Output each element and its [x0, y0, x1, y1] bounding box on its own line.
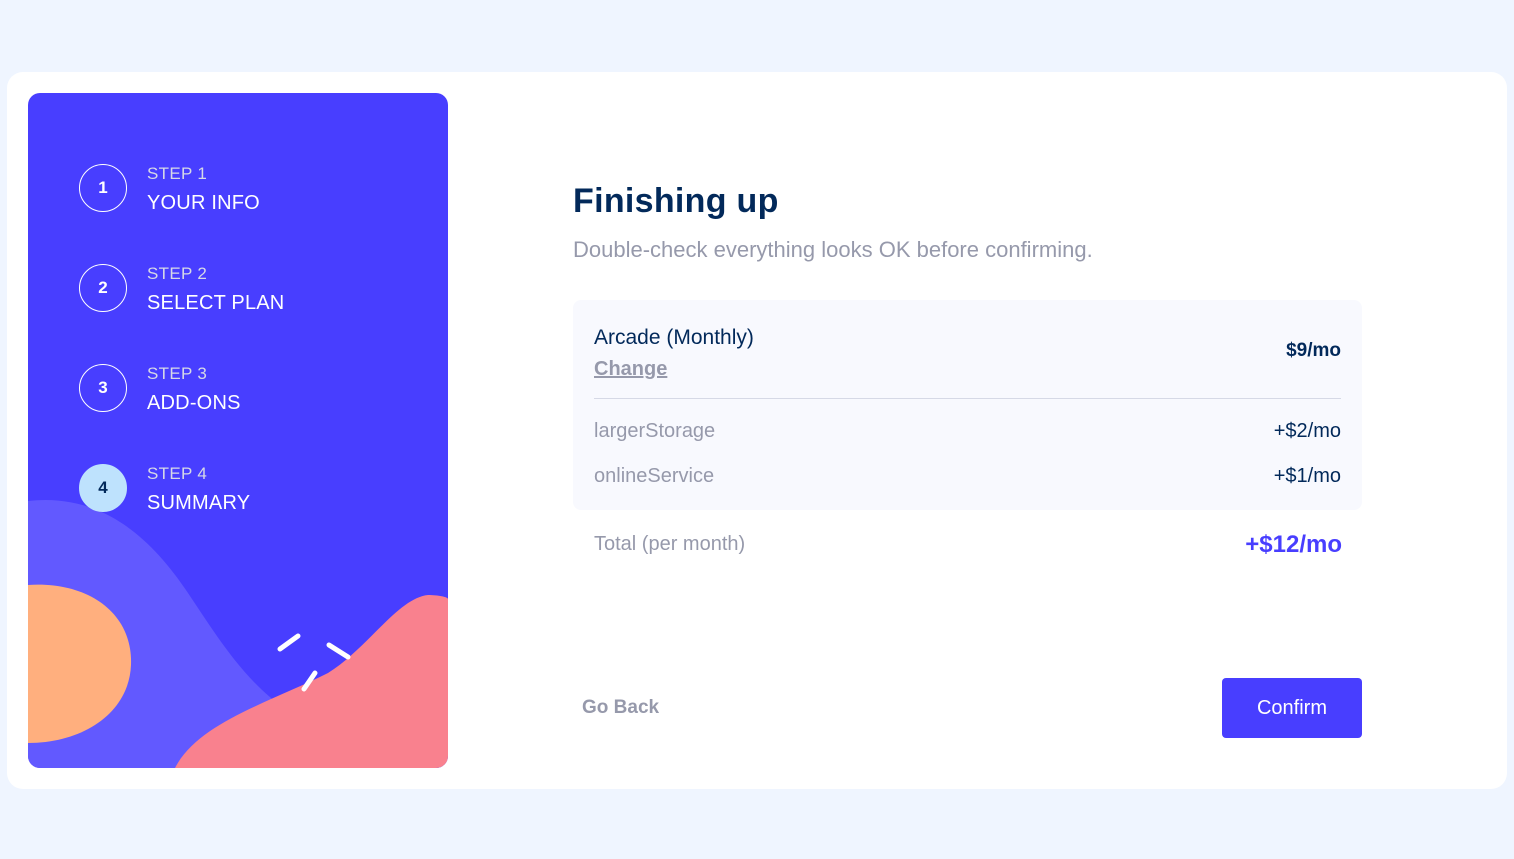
plan-price: $9/mo: [1286, 340, 1341, 361]
page-subtitle: Double-check everything looks OK before …: [573, 237, 1093, 262]
step-number: 3: [79, 364, 127, 412]
step-title: ADD-ONS: [147, 392, 241, 414]
go-back-button[interactable]: Go Back: [582, 697, 659, 719]
step-label: STEP 3: [147, 364, 208, 383]
total-label: Total (per month): [594, 533, 746, 555]
step-title: SELECT PLAN: [147, 292, 285, 314]
plan-name: Arcade (Monthly): [594, 326, 754, 349]
addon-price: +$1/mo: [1273, 465, 1341, 487]
confirm-button[interactable]: Confirm: [1222, 678, 1362, 738]
change-plan-link[interactable]: Change: [594, 358, 667, 381]
addon-price: +$2/mo: [1273, 420, 1341, 442]
step-1: 1 STEP 1 YOUR INFO: [79, 164, 399, 214]
step-number: 2: [79, 264, 127, 312]
summary-divider: [594, 398, 1341, 399]
addon-name: largerStorage: [594, 420, 716, 442]
sidebar: 1 STEP 1 YOUR INFO 2 STEP 2 SELECT PLAN …: [28, 93, 448, 768]
summary-panel: Finishing up Double-check everything loo…: [573, 72, 1363, 789]
total-price: +$12/mo: [1245, 531, 1342, 558]
step-number-active: 4: [79, 464, 127, 512]
summary-box: Arcade (Monthly) Change $9/mo largerStor…: [573, 300, 1362, 510]
step-label: STEP 2: [147, 264, 208, 283]
step-label: STEP 4: [147, 464, 208, 483]
step-number: 1: [79, 164, 127, 212]
step-title: YOUR INFO: [147, 192, 260, 214]
page-title: Finishing up: [573, 182, 779, 220]
form-card: 1 STEP 1 YOUR INFO 2 STEP 2 SELECT PLAN …: [7, 72, 1507, 789]
step-4: 4 STEP 4 SUMMARY: [79, 464, 399, 514]
step-label: STEP 1: [147, 164, 208, 183]
step-3: 3 STEP 3 ADD-ONS: [79, 364, 399, 414]
step-2: 2 STEP 2 SELECT PLAN: [79, 264, 399, 314]
step-title: SUMMARY: [147, 492, 251, 514]
addon-name: onlineService: [594, 465, 715, 487]
